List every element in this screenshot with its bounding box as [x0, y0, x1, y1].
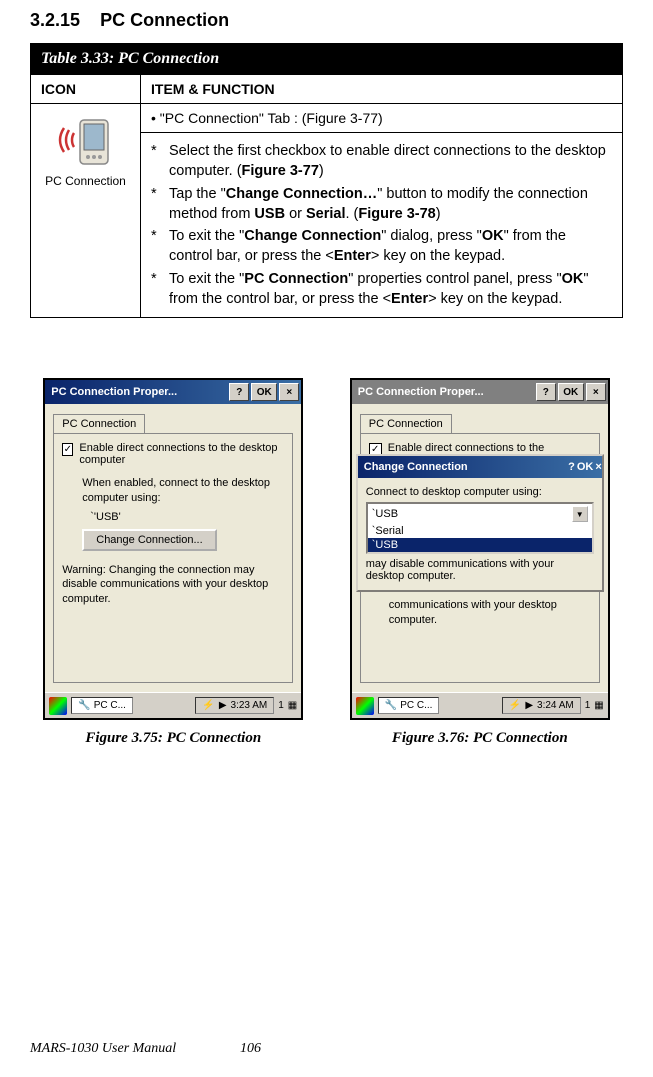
task-icon: 🔧 — [78, 700, 90, 711]
figure-caption-right: Figure 3.76: PC Connection — [392, 730, 568, 747]
col-header-item: ITEM & FUNCTION — [141, 75, 623, 104]
option-serial[interactable]: `Serial — [368, 524, 592, 538]
task-label: PC C... — [400, 700, 432, 711]
list-item: Tap the "Change Connection…" button to m… — [169, 184, 612, 225]
tray-icon: ⚡ — [202, 700, 214, 711]
page-footer: MARS-1030 User Manual 106 — [30, 1041, 623, 1057]
connect-text: When enabled, connect to the desktop com… — [82, 476, 284, 505]
tray-net-icon: ▦ — [594, 700, 603, 711]
change-connection-dialog: Change Connection ? OK × Connect to desk… — [356, 454, 604, 592]
pc-connection-table: Table 3.33: PC Connection ICON ITEM & FU… — [30, 43, 623, 318]
checkbox-label: Enable direct connections to the — [388, 442, 545, 454]
close-button[interactable]: × — [279, 383, 299, 401]
system-tray[interactable]: ⚡ ▶ 3:24 AM — [502, 697, 581, 714]
tray-badge: 1 — [278, 700, 284, 711]
bullet-marker: * — [151, 184, 163, 225]
tray-net-icon: ▦ — [288, 700, 297, 711]
section-heading: 3.2.15 PC Connection — [30, 10, 623, 31]
manual-name: MARS-1030 User Manual — [30, 1041, 240, 1057]
section-title: PC Connection — [100, 10, 229, 30]
close-button[interactable]: × — [586, 383, 606, 401]
screenshots-row: PC Connection Proper... ? OK × PC Connec… — [30, 378, 623, 747]
tab-pc-connection[interactable]: PC Connection — [360, 414, 452, 433]
option-usb[interactable]: `USB — [368, 538, 592, 552]
bullet-marker: * — [151, 141, 163, 182]
help-button[interactable]: ? — [229, 383, 249, 401]
task-label: PC C... — [94, 700, 126, 711]
tab-header-cell: • "PC Connection" Tab : (Figure 3-77) — [141, 104, 623, 133]
dialog-label: Connect to desktop computer using: — [366, 486, 594, 498]
select-value: `USB — [372, 508, 398, 520]
system-tray[interactable]: ⚡ ▶ 3:23 AM — [195, 697, 274, 714]
chevron-down-icon[interactable]: ▼ — [572, 506, 588, 522]
window-titlebar: PC Connection Proper... ? OK × — [45, 380, 301, 404]
clock-arrow-icon: ▶ — [219, 700, 227, 711]
start-icon[interactable] — [356, 697, 374, 715]
dialog-warning: may disable communications with your des… — [366, 558, 594, 582]
taskbar: 🔧 PC C... ⚡ ▶ 3:23 AM 1 ▦ — [45, 692, 301, 718]
window-titlebar: PC Connection Proper... ? OK × — [352, 380, 608, 404]
change-connection-button[interactable]: Change Connection... — [82, 529, 216, 551]
figure-caption-left: Figure 3.75: PC Connection — [85, 730, 261, 747]
icon-cell: PC Connection — [31, 104, 141, 318]
behind-warning-text: communications with your desktop compute… — [389, 598, 591, 627]
dialog-title: Change Connection — [364, 461, 566, 473]
function-cell: * Select the first checkbox to enable di… — [141, 133, 623, 318]
task-icon: 🔧 — [385, 700, 397, 711]
clock-arrow-icon: ▶ — [525, 700, 533, 711]
table-title: Table 3.33: PC Connection — [31, 44, 623, 75]
pc-connection-icon — [56, 110, 116, 170]
tray-icon: ⚡ — [509, 700, 521, 711]
screenshot-right: PC Connection Proper... ? OK × PC Connec… — [350, 378, 610, 720]
close-button[interactable]: × — [595, 461, 601, 473]
page-number: 106 — [240, 1041, 261, 1057]
clock-time: 3:24 AM — [537, 700, 574, 711]
taskbar: 🔧 PC C... ⚡ ▶ 3:24 AM 1 ▦ — [352, 692, 608, 718]
bullet-marker: * — [151, 226, 163, 267]
ok-button[interactable]: OK — [558, 383, 584, 401]
usb-label: `'USB' — [90, 511, 284, 523]
screenshot-left: PC Connection Proper... ? OK × PC Connec… — [43, 378, 303, 720]
list-item: Select the first checkbox to enable dire… — [169, 141, 612, 182]
help-button[interactable]: ? — [568, 461, 575, 473]
dialog-titlebar: Change Connection ? OK × — [358, 456, 602, 478]
window-title: PC Connection Proper... — [51, 386, 229, 398]
enable-checkbox[interactable]: ✓ — [62, 443, 73, 456]
tab-pc-connection[interactable]: PC Connection — [53, 414, 145, 433]
taskbar-task[interactable]: 🔧 PC C... — [71, 697, 133, 714]
window-title: PC Connection Proper... — [358, 386, 536, 398]
bullet-marker: * — [151, 269, 163, 310]
icon-label: PC Connection — [45, 174, 126, 188]
ok-button[interactable]: OK — [577, 461, 594, 473]
col-header-icon: ICON — [31, 75, 141, 104]
taskbar-task[interactable]: 🔧 PC C... — [378, 697, 440, 714]
ok-button[interactable]: OK — [251, 383, 277, 401]
help-button[interactable]: ? — [536, 383, 556, 401]
clock-time: 3:23 AM — [231, 700, 268, 711]
tray-badge: 1 — [585, 700, 591, 711]
connection-select[interactable]: `USB ▼ `Serial `USB — [366, 502, 594, 554]
checkbox-label: Enable direct connections to the desktop… — [79, 442, 284, 466]
warning-text: Warning: Changing the connection may dis… — [62, 563, 284, 606]
start-icon[interactable] — [49, 697, 67, 715]
section-number: 3.2.15 — [30, 10, 80, 30]
list-item: To exit the "Change Connection" dialog, … — [169, 226, 612, 267]
list-item: To exit the "PC Connection" properties c… — [169, 269, 612, 310]
